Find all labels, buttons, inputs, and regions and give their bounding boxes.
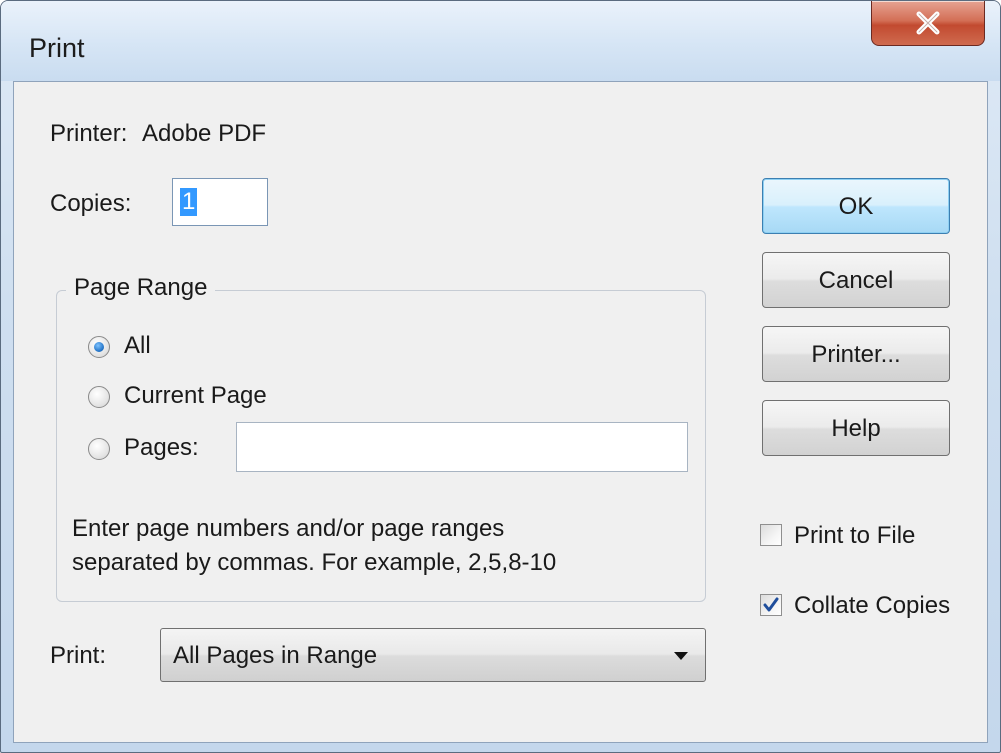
help-button[interactable]: Help <box>762 400 950 456</box>
ok-button[interactable]: OK <box>762 178 950 234</box>
print-dialog: Print Printer: Adobe PDF Copies: 1 Page … <box>0 0 1001 753</box>
printer-label: Printer: <box>50 120 128 147</box>
chevron-down-icon <box>674 652 688 660</box>
dialog-body: Printer: Adobe PDF Copies: 1 Page Range … <box>13 81 988 743</box>
hint-line-2: separated by commas. For example, 2,5,8-… <box>72 549 557 576</box>
page-range-title: Page Range <box>66 274 216 302</box>
pages-input[interactable] <box>236 422 688 472</box>
printer-button[interactable]: Printer... <box>762 326 950 382</box>
hint-line-1: Enter page numbers and/or page ranges <box>72 515 505 542</box>
cancel-button[interactable]: Cancel <box>762 252 950 308</box>
collate-copies-checkbox[interactable] <box>760 594 782 616</box>
collate-copies-label[interactable]: Collate Copies <box>794 592 950 620</box>
copies-input[interactable]: 1 <box>172 178 268 226</box>
radio-all[interactable] <box>88 336 110 358</box>
radio-pages-label[interactable]: Pages: <box>124 434 199 462</box>
checkmark-icon <box>763 597 779 612</box>
close-icon <box>916 11 940 35</box>
close-button[interactable] <box>871 1 985 46</box>
print-select-value: All Pages in Range <box>173 642 378 669</box>
printer-name: Adobe PDF <box>142 120 267 147</box>
print-to-file-label[interactable]: Print to File <box>794 522 915 550</box>
page-range-hint: Enter page numbers and/or page ranges se… <box>72 512 556 580</box>
copies-label: Copies: <box>50 190 132 217</box>
radio-current-page-label[interactable]: Current Page <box>124 382 267 410</box>
print-select[interactable]: All Pages in Range <box>160 628 706 682</box>
window-title: Print <box>29 33 85 63</box>
print-to-file-checkbox[interactable] <box>760 524 782 546</box>
radio-all-label[interactable]: All <box>124 332 151 360</box>
print-select-label: Print: <box>50 642 107 669</box>
radio-pages[interactable] <box>88 438 110 460</box>
radio-current-page[interactable] <box>88 386 110 408</box>
title-bar[interactable]: Print <box>1 1 1000 81</box>
copies-value: 1 <box>180 188 198 216</box>
